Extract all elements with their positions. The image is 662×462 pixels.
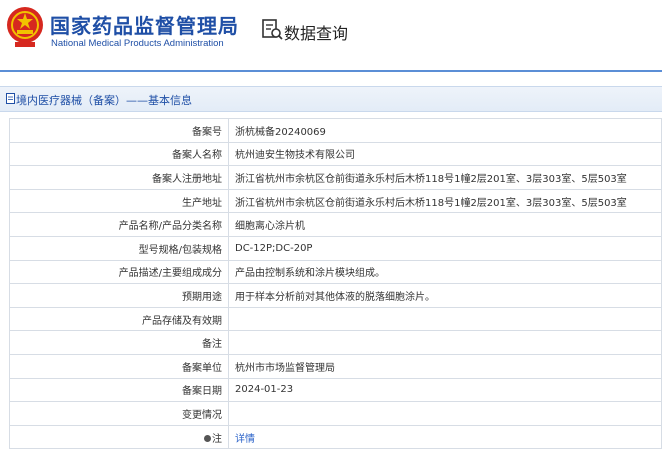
details-link[interactable]: 详情: [228, 424, 662, 450]
field-label: 产品描述/主要组成成分: [9, 259, 229, 285]
national-emblem-icon: [7, 7, 43, 47]
header-divider: [0, 70, 662, 72]
field-value: 细胞离心涂片机: [228, 212, 662, 237]
info-table: 备案号 浙杭械备20240069 备案人名称 杭州迪安生物技术有限公司 备案人注…: [9, 118, 662, 450]
field-value: 2024-01-23: [228, 377, 662, 403]
field-value: DC-12P;DC-20P: [228, 235, 662, 261]
table-row: 型号规格/包装规格 DC-12P;DC-20P: [9, 235, 662, 261]
table-row: 预期用途 用于样本分析前对其他体液的脱落细胞涂片。: [9, 283, 662, 308]
site-header: 国家药品监督管理局 National Medical Products Admi…: [0, 0, 662, 70]
field-value: [228, 330, 662, 355]
document-icon: [6, 93, 15, 104]
field-label: 备案人名称: [9, 141, 229, 167]
table-row: 备案人注册地址 浙江省杭州市余杭区仓前街道永乐村后木桥118号1幢2层201室、…: [9, 165, 662, 190]
field-label: 产品存储及有效期: [9, 306, 229, 332]
document-search-icon: [262, 19, 283, 40]
section-title: 境内医疗器械（备案）——基本信息: [16, 94, 192, 107]
table-row: 生产地址 浙江省杭州市余杭区仓前街道永乐村后木桥118号1幢2层201室、3层3…: [9, 188, 662, 214]
field-value: [228, 306, 662, 332]
field-label: 备案单位: [9, 353, 229, 379]
field-label: 型号规格/包装规格: [9, 235, 229, 261]
table-row: 备案日期 2024-01-23: [9, 377, 662, 403]
table-row: 产品存储及有效期: [9, 306, 662, 332]
field-value: [228, 401, 662, 426]
section-header: 境内医疗器械（备案）——基本信息: [0, 86, 662, 112]
field-label: 变更情况: [9, 401, 229, 426]
field-label: 生产地址: [9, 188, 229, 214]
table-row: 产品名称/产品分类名称 细胞离心涂片机: [9, 212, 662, 237]
field-label: 预期用途: [9, 283, 229, 308]
table-row: 备案人名称 杭州迪安生物技术有限公司: [9, 141, 662, 167]
field-value: 浙杭械备20240069: [228, 118, 662, 143]
table-row: 注 详情: [9, 424, 662, 450]
info-dot-icon: [204, 435, 211, 443]
table-row: 备案号 浙杭械备20240069: [9, 118, 662, 143]
site-title: 国家药品监督管理局: [50, 14, 239, 38]
field-value: 浙江省杭州市余杭区仓前街道永乐村后木桥118号1幢2层201室、3层303室、5…: [228, 165, 662, 190]
note-label-cell: 注: [9, 424, 229, 450]
table-row: 产品描述/主要组成成分 产品由控制系统和涂片模块组成。: [9, 259, 662, 285]
field-label: 注: [212, 433, 222, 445]
field-label: 产品名称/产品分类名称: [9, 212, 229, 237]
table-row: 变更情况: [9, 401, 662, 426]
field-value: 用于样本分析前对其他体液的脱落细胞涂片。: [228, 283, 662, 308]
table-row: 备案单位 杭州市市场监督管理局: [9, 353, 662, 379]
field-label: 备案日期: [9, 377, 229, 403]
site-subtitle: National Medical Products Administration: [51, 38, 224, 49]
field-label: 备注: [9, 330, 229, 355]
field-label: 备案号: [9, 118, 229, 143]
table-row: 备注: [9, 330, 662, 355]
field-value: 产品由控制系统和涂片模块组成。: [228, 259, 662, 285]
field-value: 杭州市市场监督管理局: [228, 353, 662, 379]
page-title: 数据查询: [284, 24, 349, 43]
field-value: 浙江省杭州市余杭区仓前街道永乐村后木桥118号1幢2层201室、3层303室、5…: [228, 188, 662, 214]
field-label: 备案人注册地址: [9, 165, 229, 190]
field-value: 杭州迪安生物技术有限公司: [228, 141, 662, 167]
